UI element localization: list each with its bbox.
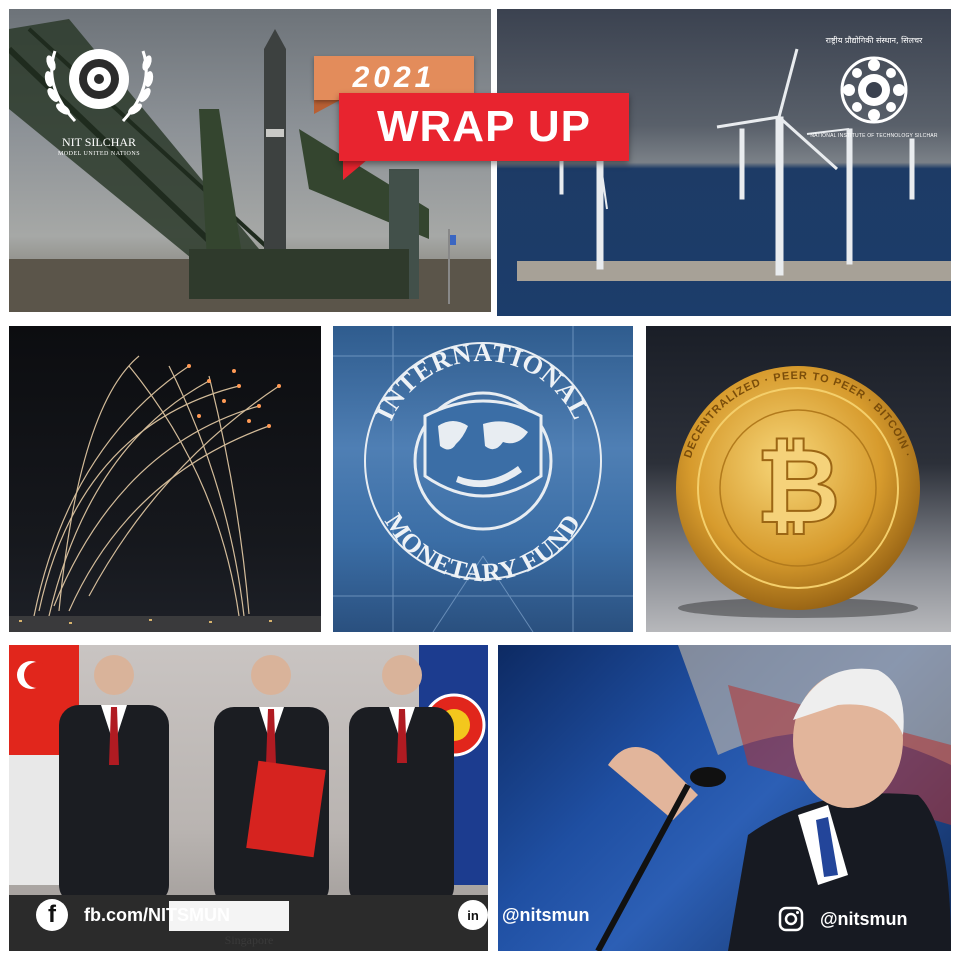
instagram-icon (778, 906, 804, 932)
nitsmun-logo: NIT SILCHAR MODEL UNITED NATIONS (35, 31, 163, 161)
mun-logo-title: NIT SILCHAR (61, 135, 137, 149)
missile-trails-scene (9, 355, 321, 632)
linkedin-glyph: in (467, 907, 479, 923)
laurel-wheel-emblem (44, 49, 154, 123)
linkedin-link[interactable]: in @nitsmun (458, 898, 590, 932)
wind-farm-photo: राष्ट्रीय प्रौद्योगिकी संस्थान, सिलचर NA… (497, 9, 951, 316)
institute-name-hindi: राष्ट्रीय प्रौद्योगिकी संस्थान, सिलचर (825, 36, 923, 45)
linkedin-handle: @nitsmun (502, 904, 590, 925)
instagram-handle: @nitsmun (820, 908, 908, 929)
facebook-handle: fb.com/NITSMUN (84, 904, 230, 925)
bitcoin-symbol-icon: ₿ (755, 424, 842, 548)
bitcoin-coin-scene: DECENTRALIZED · PEER TO PEER · BITCOIN ·… (676, 366, 920, 618)
facebook-link[interactable]: f fb.com/NITSMUN (36, 898, 230, 932)
imf-bottom-text: MONETARY FUND (379, 508, 587, 587)
institute-name-english: NATIONAL INSTITUTE OF TECHNOLOGY SILCHAR (810, 133, 938, 139)
bitcoin-coin-photo: DECENTRALIZED · PEER TO PEER · BITCOIN ·… (646, 326, 951, 632)
banner-title-text: WRAP UP (377, 102, 591, 151)
institute-seal-icon (840, 56, 908, 124)
singapore-table-sign: Singapore (224, 933, 274, 947)
banner-title: WRAP UP (339, 93, 629, 161)
mun-logo-subtitle: MODEL UNITED NATIONS (57, 151, 141, 157)
facebook-icon: f (36, 899, 68, 931)
nit-silchar-institute-logo: राष्ट्रीय प्रौद्योगिकी संस्थान, सिलचर NA… (810, 35, 937, 145)
linkedin-icon: in (458, 900, 488, 930)
svg-text:₿: ₿ (756, 425, 841, 547)
instagram-link[interactable]: @nitsmun (778, 904, 908, 934)
imf-building-photo: INTERNATIONAL MONETARY FUND (333, 326, 633, 632)
imf-facade-scene: INTERNATIONAL MONETARY FUND (333, 326, 633, 632)
banner-year-fold (314, 100, 340, 114)
iron-dome-night-photo (9, 326, 321, 632)
banner-title-tail (343, 160, 367, 180)
